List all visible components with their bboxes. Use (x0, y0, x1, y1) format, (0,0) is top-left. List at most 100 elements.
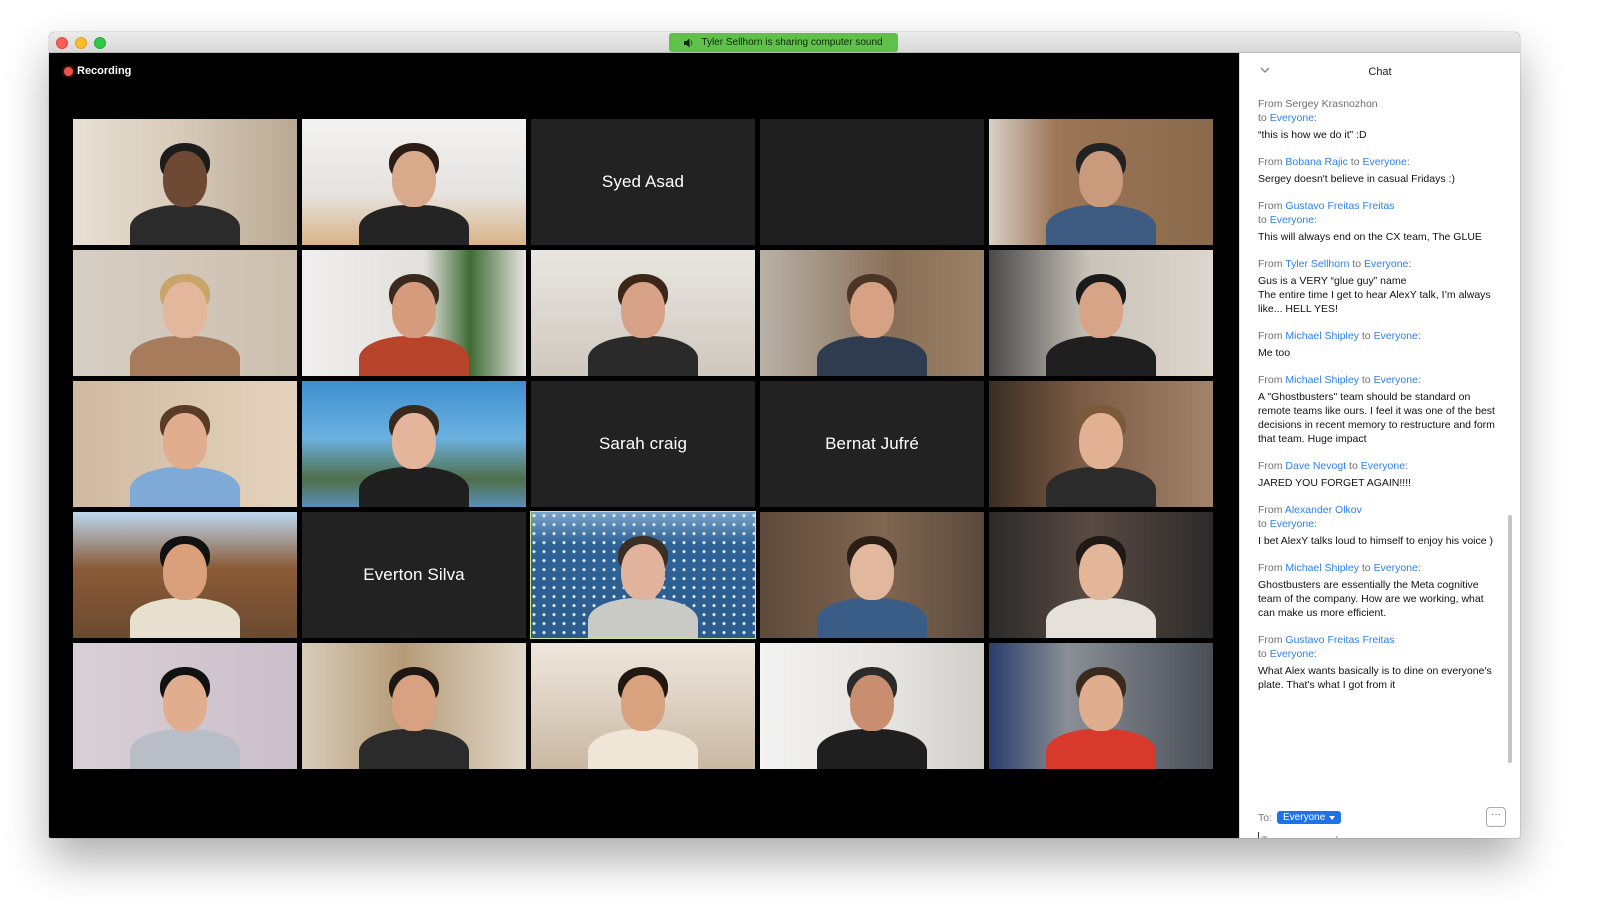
participant-name: Everton Silva (363, 565, 465, 584)
chat-recipient-name[interactable]: Everyone (1270, 112, 1314, 124)
recipient-selected: Everyone (1283, 812, 1326, 823)
chat-recipient-row: To: Everyone (1258, 811, 1342, 824)
participant-tile-video[interactable] (73, 643, 297, 769)
chat-recipient-name[interactable]: Everyone (1364, 258, 1408, 270)
participant-name: Sarah craig (598, 434, 688, 453)
to-word: to (1258, 214, 1270, 226)
chat-scrollbar[interactable] (1508, 515, 1512, 763)
participant-tile-video[interactable] (73, 250, 297, 376)
chat-message-header: From Bobana Rajic to Everyone: (1258, 156, 1410, 168)
participant-tile-video[interactable] (530, 511, 756, 639)
chat-message-text: This will always end on the CX team, The… (1258, 231, 1482, 243)
to-word: to (1358, 374, 1374, 386)
participant-tile-video[interactable] (989, 250, 1213, 376)
to-label: To: (1258, 811, 1273, 824)
participant-tile-name-only[interactable]: Bernat Jufré (760, 381, 984, 507)
participant-tile-video[interactable] (760, 512, 984, 638)
chat-message-text: Gus is a VERY “glue guy” name The entire… (1258, 275, 1491, 315)
participant-tile-video[interactable] (302, 643, 526, 769)
maximize-window-button[interactable] (94, 37, 106, 49)
participant-video-feed (349, 119, 479, 245)
from-prefix: From (1258, 156, 1286, 168)
from-prefix: From (1258, 330, 1286, 342)
chat-recipient-name[interactable]: Everyone (1362, 156, 1406, 168)
more-options-button[interactable]: ··· (1486, 807, 1506, 827)
participant-tile-video[interactable] (73, 119, 297, 245)
chat-recipient-name[interactable]: Everyone (1361, 460, 1405, 472)
chat-sender-name[interactable]: Bobana Rajic (1285, 156, 1347, 168)
sharing-sound-text: Tyler Sellhorn is sharing computer sound (701, 37, 883, 48)
chat-title: Chat (1368, 66, 1392, 78)
chat-message: From Michael Shipley to Everyone: Ghostbu… (1258, 561, 1498, 620)
participant-video-feed (120, 381, 250, 507)
participant-tile-video[interactable] (989, 643, 1213, 769)
chat-recipient-name[interactable]: Everyone (1270, 214, 1314, 226)
title-bar: Tyler Sellhorn is sharing computer sound (49, 32, 1520, 53)
chat-recipient-name[interactable]: Everyone (1270, 648, 1314, 660)
chat-sender-name[interactable]: Michael Shipley (1285, 374, 1359, 386)
participant-tile-video[interactable] (302, 119, 526, 245)
chat-sender-name[interactable]: Tyler Sellhorn (1285, 258, 1349, 270)
from-prefix: From (1258, 98, 1286, 110)
chat-message-text: I bet AlexY talks loud to himself to enj… (1258, 535, 1494, 547)
chat-sender-name[interactable]: Michael Shipley (1285, 562, 1359, 574)
chat-message-text: A "Ghostbusters" team should be standard… (1258, 391, 1495, 445)
to-word: to (1258, 518, 1270, 530)
participant-video-feed (578, 643, 708, 769)
participant-tile-blank[interactable] (760, 119, 984, 245)
participant-tile-video[interactable] (989, 119, 1213, 245)
recipient-select[interactable]: Everyone (1277, 811, 1342, 824)
sharing-sound-banner[interactable]: Tyler Sellhorn is sharing computer sound (669, 33, 898, 52)
recording-label: Recording (77, 65, 132, 77)
chat-message-input[interactable] (1258, 832, 1503, 838)
participant-video-feed (1036, 512, 1166, 638)
participant-video-feed (807, 643, 937, 769)
chat-sender-name: Sergey Krasnozhon (1285, 98, 1378, 110)
participant-tile-video[interactable] (302, 250, 526, 376)
minimize-window-button[interactable] (75, 37, 87, 49)
participant-tile-video[interactable] (760, 643, 984, 769)
recording-indicator[interactable]: Recording (64, 65, 131, 77)
chat-message-header: From Sergey Krasnozhon to Everyone: (1258, 98, 1378, 124)
participant-tile-video[interactable] (760, 250, 984, 376)
chat-recipient-name[interactable]: Everyone (1374, 330, 1418, 342)
participant-tile-name-only[interactable]: Sarah craig (531, 381, 755, 507)
participant-tile-video[interactable] (531, 643, 755, 769)
chat-sender-name[interactable]: Gustavo Freitas Freitas (1285, 200, 1394, 212)
chat-recipient-name[interactable]: Everyone (1270, 518, 1314, 530)
chat-recipient-name[interactable]: Everyone (1374, 562, 1418, 574)
zoom-window: Tyler Sellhorn is sharing computer sound… (49, 32, 1520, 838)
participant-tile-name-only[interactable]: Everton Silva (302, 512, 526, 638)
participant-tile-video[interactable] (531, 250, 755, 376)
chat-message: From Alexander Olkov to Everyone: I bet Al… (1258, 503, 1498, 548)
participant-video-feed (349, 643, 479, 769)
chat-message-list: From Sergey Krasnozhon to Everyone: “this … (1258, 97, 1498, 787)
chat-message: From Gustavo Freitas Freitas to Everyone:… (1258, 633, 1498, 692)
participant-tile-video[interactable] (989, 512, 1213, 638)
participant-tile-name-only[interactable]: Syed Asad (531, 119, 755, 245)
chat-message: From Tyler Sellhorn to Everyone: Gus is a… (1258, 257, 1498, 316)
from-prefix: From (1258, 504, 1285, 516)
chat-header: Chat (1240, 53, 1520, 89)
participant-tile-video[interactable] (73, 512, 297, 638)
participant-video-feed (349, 250, 479, 376)
to-word: to (1347, 156, 1363, 168)
participant-tile-video[interactable] (73, 381, 297, 507)
chat-message: From Michael Shipley to Everyone: Me too (1258, 329, 1498, 360)
from-prefix: From (1258, 200, 1286, 212)
chat-sender-name[interactable]: Alexander Olkov (1285, 504, 1362, 516)
chat-sender-name[interactable]: Gustavo Freitas Freitas (1285, 634, 1394, 646)
chat-message-header: From Michael Shipley to Everyone: (1258, 374, 1421, 386)
chat-sender-name[interactable]: Michael Shipley (1285, 330, 1359, 342)
participant-tile-video[interactable] (989, 381, 1213, 507)
participant-video-feed (120, 643, 250, 769)
speaker-icon (684, 38, 693, 47)
chat-message-header: From Tyler Sellhorn to Everyone: (1258, 258, 1412, 270)
chat-recipient-name[interactable]: Everyone (1374, 374, 1418, 386)
participant-video-feed (1036, 381, 1166, 507)
chat-sender-name[interactable]: Dave Nevogt (1285, 460, 1346, 472)
participant-video-feed (120, 512, 250, 638)
participant-tile-video[interactable] (302, 381, 526, 507)
close-window-button[interactable] (56, 37, 68, 49)
chat-message-header: From Gustavo Freitas Freitas to Everyone: (1258, 200, 1395, 226)
